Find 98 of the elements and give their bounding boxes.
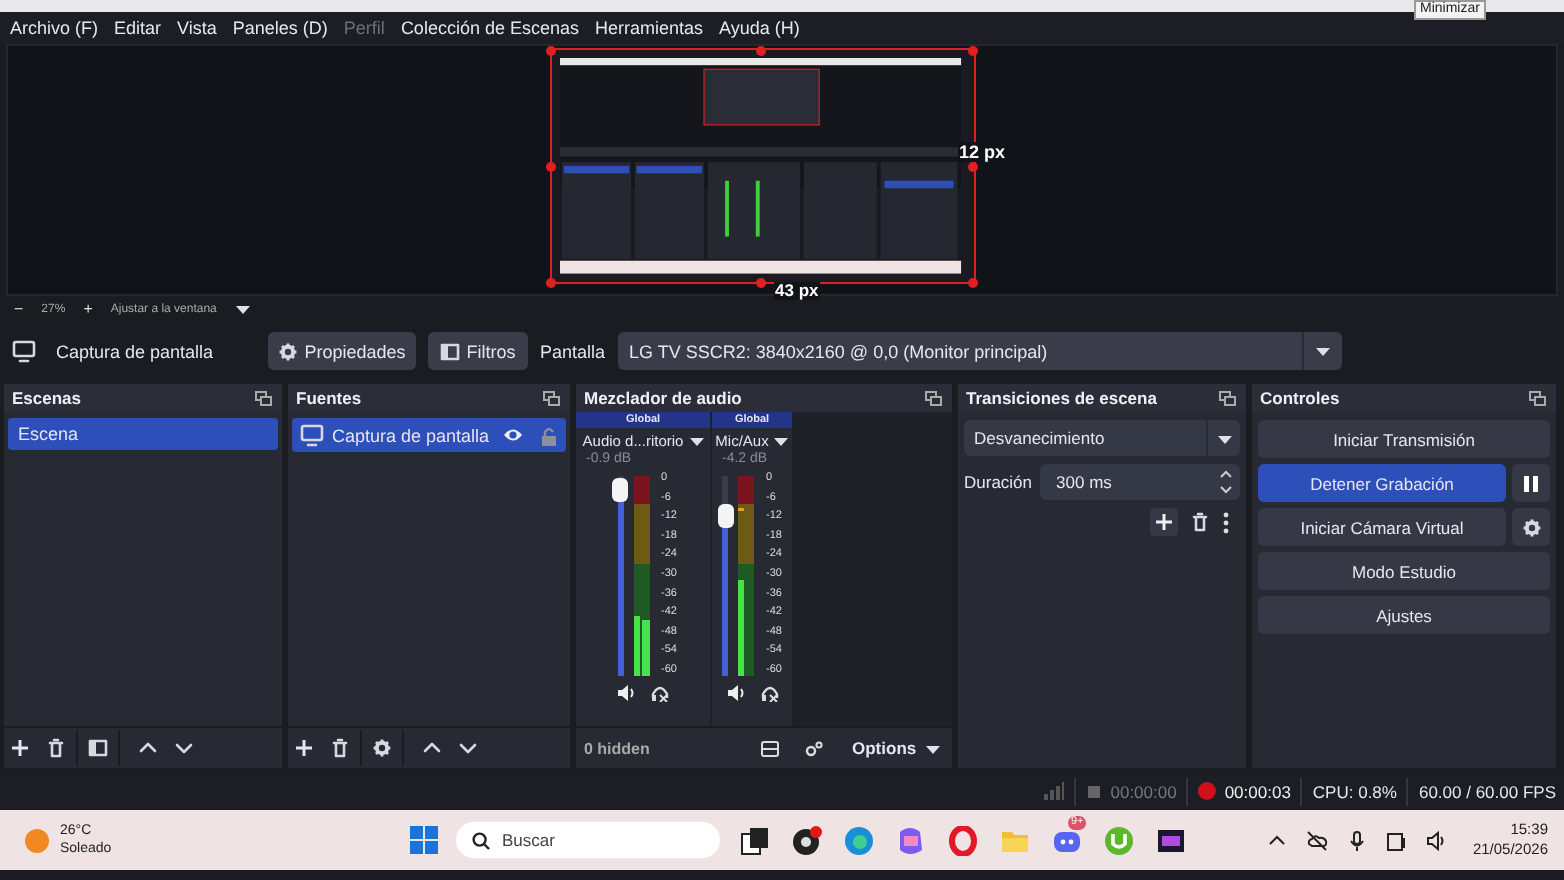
gears-icon[interactable] [804,739,824,757]
stepper-icon[interactable] [1218,468,1234,496]
gear-icon[interactable] [372,738,392,758]
source-label: Captura de pantalla [332,425,492,445]
undock-icon[interactable] [542,389,562,407]
fader-track[interactable] [722,476,729,676]
trash-icon[interactable] [330,738,350,758]
pause-icon [1521,473,1541,493]
menu-item[interactable]: Paneles (D) [224,18,336,38]
caret-icon [687,434,704,446]
headphones-icon[interactable] [759,684,779,702]
search-icon [472,831,490,849]
control-button[interactable]: Modo Estudio [1258,552,1550,590]
menu-item[interactable]: Vista [169,18,225,38]
caret-icon [772,434,789,446]
panel-icon[interactable] [88,738,108,758]
stream-time: 00:00:00 [1110,781,1177,801]
resize-handle[interactable] [756,277,766,287]
control-button[interactable]: Iniciar Transmisión [1258,420,1550,458]
resize-handle[interactable] [546,45,556,55]
dock-title: Mezclador de audio [584,388,742,408]
device-icon[interactable] [1386,829,1409,851]
duration-label: Duración [964,472,1033,492]
more-options-icon[interactable] [1222,511,1230,533]
resize-handle[interactable] [546,161,556,171]
add-icon[interactable] [1150,508,1178,536]
search-field[interactable]: Buscar [456,822,720,858]
dock-title: Fuentes [296,388,362,408]
menu-item[interactable]: Colección de Escenas [392,18,587,38]
sun-icon [24,827,50,853]
fps-counter: 60.00 / 60.00 FPS [1418,781,1556,801]
speaker-icon[interactable] [1426,829,1449,851]
scene-item[interactable]: Escena [8,418,278,450]
monitor-icon [300,423,324,447]
source-name: Captura de pantalla [56,341,216,361]
caret-icon[interactable] [234,302,253,316]
control-button[interactable]: Detener Grabación [1258,464,1506,502]
caret-icon [1313,344,1332,358]
microphone-icon[interactable] [1346,829,1369,851]
cloud-off-icon[interactable] [1306,829,1329,851]
undock-icon[interactable] [924,389,944,407]
properties-button[interactable]: Propiedades [268,332,416,370]
gap-label: 12 px [957,142,1008,162]
hidden-count: 0 hidden [584,739,652,757]
fader-thumb[interactable] [717,504,734,528]
control-button[interactable]: Ajustes [1258,596,1550,634]
transition-select[interactable]: Desvanecimiento [964,420,1240,456]
menu-item[interactable]: Archivo (F) [2,18,107,38]
menu-item[interactable]: Ayuda (H) [711,18,808,38]
dock-title: Controles [1260,388,1340,408]
options-button[interactable]: Options [852,738,943,758]
monitor-icon [12,339,36,363]
windows-icon[interactable] [410,826,438,854]
filters-button[interactable]: Filtros [428,332,528,370]
signal-bars-icon [1044,782,1065,800]
record-app-icon[interactable] [792,825,822,855]
control-button[interactable]: Iniciar Cámara Virtual [1258,508,1506,546]
resize-handle[interactable] [546,277,556,287]
task-view-icon[interactable] [740,825,770,855]
field-label: Pantalla [540,341,606,361]
dock-title: Escenas [12,388,81,408]
gear-icon [278,341,299,361]
caret-icon [924,741,943,755]
speaker-icon[interactable] [616,684,636,702]
speaker-icon[interactable] [725,684,745,702]
trash-icon[interactable] [46,738,66,758]
duration-field[interactable]: 300 ms [1040,464,1240,500]
headphones-icon[interactable] [650,684,670,702]
trash-icon[interactable] [1190,512,1210,532]
undock-icon[interactable] [1528,389,1548,407]
add-icon[interactable] [294,738,314,758]
resize-handle[interactable] [968,277,978,287]
zoom-in-button[interactable]: + [83,300,93,318]
gear-button[interactable] [1512,508,1550,546]
undock-icon[interactable] [1218,389,1238,407]
browser-icon[interactable] [844,825,874,855]
source-item[interactable]: Captura de pantalla [292,418,566,452]
menu-item[interactable]: Editar [106,18,170,38]
gap-label: 43 px [773,282,821,300]
undock-icon[interactable] [254,389,274,407]
dock-title: Transiciones de escena [966,388,1157,408]
record-time: 00:00:03 [1224,781,1291,801]
pause-button[interactable] [1512,464,1550,502]
display-select[interactable]: LG TV SSCR2: 3840x2160 @ 0,0 (Monitor principal) [617,332,1342,370]
add-icon[interactable] [10,738,30,758]
caret-icon [1216,431,1234,445]
gear-icon [1521,517,1541,537]
ring-icon[interactable] [948,825,978,855]
zoom-out-button[interactable]: − [14,300,24,318]
eye-icon[interactable] [502,426,524,444]
media-app-icon[interactable] [1156,825,1186,855]
resize-handle[interactable] [756,45,766,55]
filter-icon [440,341,461,361]
menu-item[interactable]: Herramientas [587,18,712,38]
fader-thumb[interactable] [612,478,629,502]
layout-icon[interactable] [760,739,780,757]
cpu-usage: CPU: 0.8% [1312,781,1397,801]
resize-handle[interactable] [968,45,978,55]
